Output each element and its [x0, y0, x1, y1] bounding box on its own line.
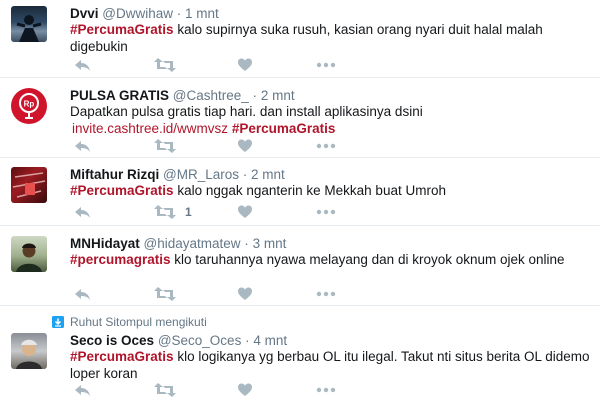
- tweet-actions: [70, 57, 370, 73]
- display-name[interactable]: MNHidayat: [70, 236, 140, 251]
- tweet-header: Miftahur Rizqi @MR_Laros · 2 mnt: [70, 167, 285, 183]
- more-icon[interactable]: [316, 138, 336, 154]
- avatar-image: [16, 339, 42, 369]
- reply-icon[interactable]: [74, 286, 92, 302]
- avatar[interactable]: [11, 6, 47, 42]
- more-icon[interactable]: [316, 204, 336, 220]
- user-handle[interactable]: @Seco_Oces: [158, 333, 242, 348]
- user-handle[interactable]: @Cashtree_: [173, 88, 249, 103]
- separator: ·: [245, 333, 250, 348]
- retweet-icon[interactable]: [154, 138, 176, 154]
- tweet-pulsa-gratis[interactable]: Rp PULSA GRATIS @Cashtree_ · 2 mnt Dapat…: [0, 78, 600, 158]
- avatar[interactable]: [11, 236, 47, 272]
- follow-context-icon: [52, 315, 64, 333]
- tweet-text: #PercumaGratis kalo nggak nganterin ke M…: [70, 183, 590, 200]
- tweet-text: #percumagratis klo taruhannya nyawa mela…: [70, 252, 590, 269]
- avatar[interactable]: [11, 167, 47, 203]
- timestamp[interactable]: 2 mnt: [251, 167, 285, 182]
- timestamp[interactable]: 4 mnt: [253, 333, 287, 348]
- user-handle[interactable]: @hidayatmatew: [144, 236, 241, 251]
- avatar-image: [16, 15, 42, 42]
- timestamp[interactable]: 1 mnt: [185, 6, 219, 21]
- reply-icon[interactable]: [74, 204, 92, 220]
- hashtag-link[interactable]: #PercumaGratis: [70, 22, 174, 37]
- separator: ·: [242, 167, 248, 182]
- url-link[interactable]: invite.cashtree.id/wwmvsz: [72, 121, 228, 136]
- heart-icon[interactable]: [237, 382, 253, 398]
- more-icon[interactable]: [316, 382, 336, 398]
- tweet-text: Dapatkan pulsa gratis tiap hari. dan ins…: [70, 104, 590, 137]
- display-name[interactable]: Miftahur Rizqi: [70, 167, 159, 182]
- heart-icon[interactable]: [237, 286, 253, 302]
- retweet-icon[interactable]: [154, 382, 176, 398]
- heart-icon[interactable]: [237, 138, 253, 154]
- user-handle[interactable]: @MR_Laros: [163, 167, 239, 182]
- heart-icon[interactable]: [237, 204, 253, 220]
- tweet-text: #PercumaGratis klo logikanya yg berbau O…: [70, 349, 590, 382]
- avatar[interactable]: [11, 333, 47, 369]
- tweet-actions: [70, 382, 370, 398]
- tweet-dvvi[interactable]: Dvvi @Dwwihaw · 1 mnt #PercumaGratis kal…: [0, 0, 600, 78]
- tweet-actions: [70, 138, 370, 154]
- more-icon[interactable]: [316, 57, 336, 73]
- user-handle[interactable]: @Dwwihaw: [102, 6, 173, 21]
- separator: ·: [252, 88, 258, 103]
- reply-icon[interactable]: [74, 57, 92, 73]
- cashtree-logo: Rp: [19, 93, 39, 119]
- retweet-icon[interactable]: [154, 286, 176, 302]
- reply-icon[interactable]: [74, 382, 92, 398]
- tweet-body: klo taruhannya nyawa melayang dan di kro…: [170, 252, 565, 267]
- more-icon[interactable]: [316, 286, 336, 302]
- tweet-body: kalo nggak nganterin ke Mekkah buat Umro…: [173, 183, 446, 198]
- tweet-header: MNHidayat @hidayatmatew · 3 mnt: [70, 236, 286, 252]
- display-name[interactable]: Seco is Oces: [70, 333, 154, 348]
- tweet-header: PULSA GRATIS @Cashtree_ · 2 mnt: [70, 88, 295, 104]
- separator: ·: [244, 236, 249, 251]
- retweet-icon[interactable]: [154, 204, 176, 220]
- tweet-mnhidayat[interactable]: MNHidayat @hidayatmatew · 3 mnt #percuma…: [0, 226, 600, 306]
- follow-context[interactable]: Ruhut Sitompul mengikuti: [70, 315, 207, 329]
- tweet-actions: 1: [70, 204, 370, 220]
- timestamp[interactable]: 3 mnt: [253, 236, 287, 251]
- timeline-feed: Dvvi @Dwwihaw · 1 mnt #PercumaGratis kal…: [0, 0, 600, 400]
- retweet-icon[interactable]: [154, 57, 176, 73]
- reply-icon[interactable]: [74, 138, 92, 154]
- tweet-text: #PercumaGratis kalo supirnya suka rusuh,…: [70, 22, 590, 55]
- avatar[interactable]: Rp: [11, 88, 47, 124]
- tweet-miftahur-rizqi[interactable]: Miftahur Rizqi @MR_Laros · 2 mnt #Percum…: [0, 158, 600, 226]
- display-name[interactable]: PULSA GRATIS: [70, 88, 169, 103]
- avatar-label: Rp: [24, 100, 35, 109]
- retweet-count: 1: [185, 205, 192, 219]
- display-name[interactable]: Dvvi: [70, 6, 99, 21]
- tweet-actions: [70, 286, 370, 302]
- tweet-header: Seco is Oces @Seco_Oces · 4 mnt: [70, 333, 287, 349]
- avatar-image: [12, 172, 46, 198]
- hashtag-link[interactable]: #PercumaGratis: [70, 349, 174, 364]
- separator: ·: [176, 6, 182, 21]
- timestamp[interactable]: 2 mnt: [261, 88, 295, 103]
- hashtag-link[interactable]: #PercumaGratis: [232, 121, 336, 136]
- avatar-image: [16, 243, 42, 272]
- hashtag-link[interactable]: #percumagratis: [70, 252, 171, 267]
- tweet-header: Dvvi @Dwwihaw · 1 mnt: [70, 6, 219, 22]
- heart-icon[interactable]: [237, 57, 253, 73]
- tweet-body: Dapatkan pulsa gratis tiap hari. dan ins…: [70, 104, 423, 119]
- hashtag-link[interactable]: #PercumaGratis: [70, 183, 174, 198]
- tweet-seco-is-oces[interactable]: Ruhut Sitompul mengikuti Seco is Oces @S…: [0, 306, 600, 400]
